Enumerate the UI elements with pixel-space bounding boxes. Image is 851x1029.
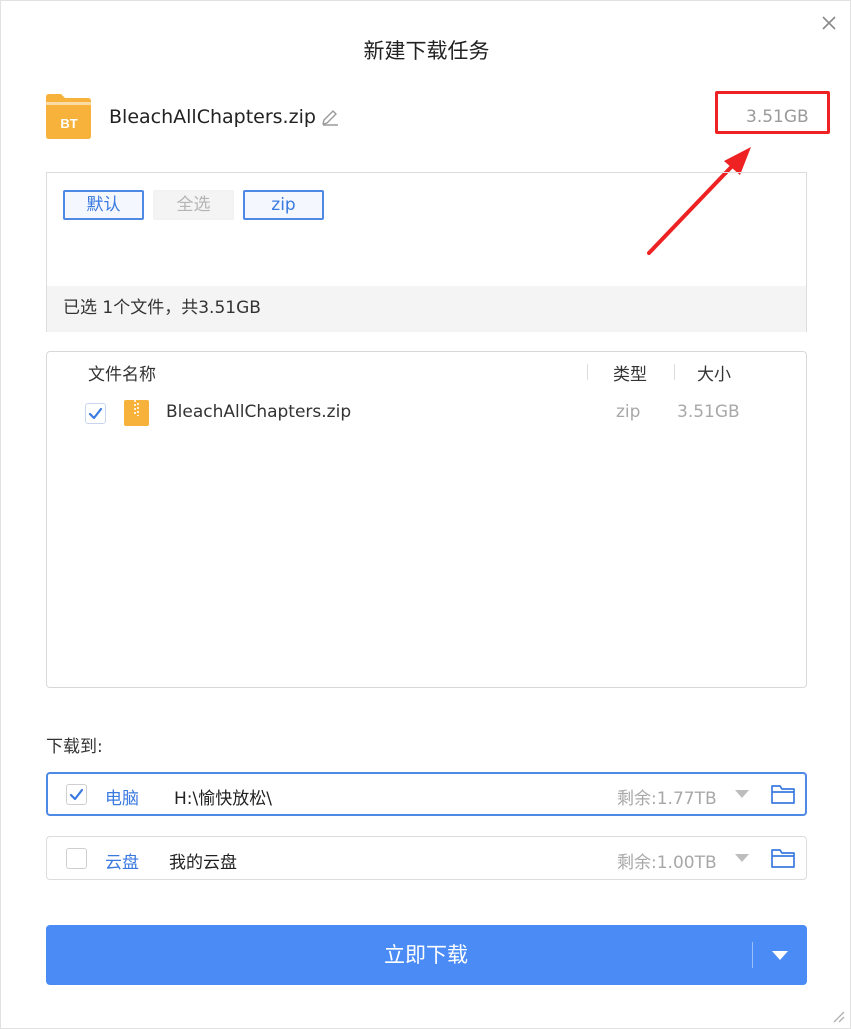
- destination-cloud-checkbox[interactable]: [66, 848, 87, 869]
- chevron-down-icon[interactable]: [735, 789, 749, 799]
- folder-icon[interactable]: [771, 847, 795, 869]
- close-icon: [822, 16, 836, 30]
- file-row[interactable]: BleachAllChapters.zip zip 3.51GB: [47, 396, 806, 432]
- button-divider: [752, 942, 753, 968]
- file-row-checkbox[interactable]: [85, 403, 106, 424]
- download-now-button[interactable]: 立即下载: [46, 925, 807, 985]
- chevron-down-icon[interactable]: [735, 853, 749, 863]
- file-row-size: 3.51GB: [677, 402, 740, 422]
- download-now-label: 立即下载: [384, 943, 468, 967]
- column-divider: [587, 364, 588, 380]
- new-download-dialog: 新建下载任务 BT BleachAllChapters.zip 3.51GB 默…: [0, 0, 851, 1029]
- destination-cloud-name: 云盘: [105, 853, 139, 873]
- edit-icon[interactable]: [320, 108, 340, 128]
- file-header: BT BleachAllChapters.zip 3.51GB: [46, 93, 809, 141]
- destination-cloud-path[interactable]: 我的云盘: [169, 848, 237, 873]
- zip-file-icon: [124, 400, 149, 426]
- chevron-down-icon[interactable]: [769, 947, 791, 963]
- bt-icon-label: BT: [60, 116, 77, 131]
- column-header-name[interactable]: 文件名称: [88, 360, 156, 385]
- destination-local[interactable]: 电脑 H:\愉快放松\ 剩余:1.77TB: [46, 772, 807, 816]
- filter-select-all-button[interactable]: 全选: [153, 190, 234, 220]
- filter-panel: 默认 全选 zip 已选 1个文件，共3.51GB: [46, 172, 807, 332]
- close-button[interactable]: [819, 13, 839, 33]
- dialog-title: 新建下载任务: [363, 39, 490, 63]
- file-name: BleachAllChapters.zip: [109, 106, 316, 128]
- check-icon: [69, 788, 84, 801]
- destination-local-path[interactable]: H:\愉快放松\: [174, 784, 272, 809]
- filter-default-button[interactable]: 默认: [63, 190, 144, 220]
- destination-cloud-free-space: 剩余:1.00TB: [617, 853, 717, 873]
- destination-local-free-space: 剩余:1.77TB: [617, 789, 717, 809]
- selection-summary: 已选 1个文件，共3.51GB: [47, 286, 806, 332]
- check-icon: [88, 407, 103, 420]
- file-list: 文件名称 类型 大小 BleachAllChapters.zip zip 3.5…: [46, 351, 807, 688]
- highlight-box: [715, 91, 830, 134]
- resize-grip-icon[interactable]: [831, 1009, 845, 1023]
- file-row-type: zip: [616, 402, 641, 422]
- file-row-name: BleachAllChapters.zip: [166, 402, 352, 422]
- destination-label: 下载到:: [46, 737, 103, 757]
- filter-zip-button[interactable]: zip: [243, 190, 324, 220]
- bt-file-icon: BT: [46, 94, 91, 139]
- column-header-type[interactable]: 类型: [613, 360, 647, 385]
- file-list-header: 文件名称 类型 大小: [47, 352, 806, 392]
- destination-local-name: 电脑: [105, 789, 139, 809]
- column-header-size[interactable]: 大小: [697, 360, 731, 385]
- column-divider: [674, 364, 675, 380]
- destination-cloud[interactable]: 云盘 我的云盘 剩余:1.00TB: [46, 836, 807, 880]
- folder-icon[interactable]: [771, 783, 795, 805]
- destination-local-checkbox[interactable]: [66, 784, 87, 805]
